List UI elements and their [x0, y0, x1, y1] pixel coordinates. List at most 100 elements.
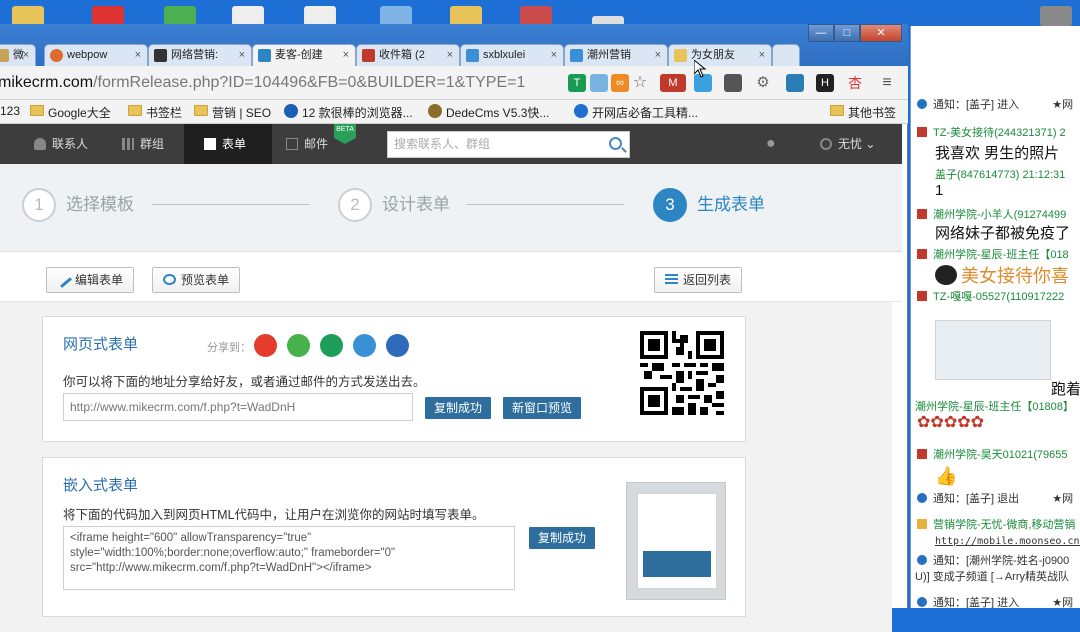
mail-extension-icon[interactable]: M: [660, 74, 686, 92]
nav-forms[interactable]: 表单: [184, 124, 272, 164]
gear-icon[interactable]: ⚙: [754, 74, 772, 92]
embed-code-textarea[interactable]: <iframe height="600" allowTransparency="…: [63, 526, 515, 590]
tab-close-icon[interactable]: ×: [343, 45, 349, 65]
infinity-extension-icon[interactable]: ∞: [611, 74, 629, 92]
main-content: 网页式表单 分享到： 你可以将下面的地址分享给好友，或者通过邮件的方式发送出去。…: [0, 302, 892, 632]
tab-close-icon[interactable]: ×: [551, 45, 557, 65]
folder-icon: [128, 105, 142, 116]
link-extension-icon[interactable]: [590, 74, 608, 92]
menu-icon[interactable]: ≡: [878, 74, 896, 92]
wechat-icon[interactable]: ●: [766, 124, 790, 164]
chat-sender: 潮州学院-星辰-班主任【018: [917, 246, 1069, 262]
user-menu[interactable]: 无忧 ⌄: [818, 124, 888, 164]
chat-notice: U)] 变成子频道 [→Arry精英战队: [915, 571, 1069, 583]
minimize-button[interactable]: —: [808, 24, 834, 42]
maximize-button[interactable]: □: [834, 24, 860, 42]
app-navbar: 联系人 群组 表单 邮件 BETA 搜索联系人、群组 ● 无忧 ⌄: [0, 124, 902, 164]
tab-8[interactable]: 为女朋友 ×: [668, 44, 772, 66]
bookmark-item[interactable]: DedeCms V5.3快...: [428, 104, 549, 121]
bookmark-folder[interactable]: Google大全: [30, 104, 111, 121]
folder-icon: [30, 105, 44, 116]
weibo-share-icon[interactable]: [254, 334, 277, 357]
browser-icon: [284, 104, 298, 118]
bookmark-label: DedeCms V5.3快...: [446, 106, 550, 120]
chat-sender: 营销学院-无忧-微商,移动营销: [917, 516, 1075, 532]
bookmark-folder[interactable]: 营销 | SEO: [194, 104, 271, 121]
chat-text: 潮州学院-星辰-班主任【018: [933, 249, 1069, 261]
chat-text: 潮州学院-昊天01021(79655: [933, 449, 1068, 461]
html-extension-icon[interactable]: [786, 74, 804, 92]
tab-5[interactable]: 收件箱 (2 ×: [356, 44, 460, 66]
search-input[interactable]: 搜索联系人、群组: [387, 131, 630, 158]
desktop-chrome-icon[interactable]: [164, 6, 196, 26]
nav-label: 群组: [140, 137, 165, 151]
url-path: /formRelease.php?ID=104496&FB=0&BUILDER=…: [93, 74, 526, 91]
nav-label: 邮件: [304, 137, 329, 151]
tab-label: sxblxulei: [483, 49, 526, 61]
desktop-app-icon[interactable]: [1040, 6, 1072, 26]
folder-icon: [830, 105, 844, 116]
chat-link[interactable]: http://mobile.moonseo.cn/: [935, 536, 1080, 547]
preview-form-button[interactable]: 预览表单: [152, 267, 241, 293]
bookmark-folder[interactable]: 书签栏: [128, 104, 182, 121]
bookmarks-bar: 123 Google大全 书签栏 营销 | SEO 12 款很棒的浏览器... …: [0, 100, 908, 124]
chat-image: [935, 320, 1051, 380]
tab-2[interactable]: webpow ×: [44, 44, 148, 66]
button-label: 返回列表: [683, 273, 732, 287]
info-icon: [917, 597, 927, 607]
nav-groups[interactable]: 群组: [120, 124, 180, 164]
nav-contacts[interactable]: 联系人: [32, 124, 102, 164]
tab-4-active[interactable]: 麦客-创建 ×: [252, 44, 356, 66]
tab-1[interactable]: 微 ×: [0, 44, 36, 66]
chat-text: 通知：[盖子] 退出: [933, 493, 1020, 505]
desktop-app-icon[interactable]: [92, 6, 124, 26]
bookmark-item[interactable]: 12 款很棒的浏览器...: [284, 104, 413, 121]
list-icon: [665, 274, 678, 285]
close-button[interactable]: ✕: [860, 24, 902, 42]
address-bar[interactable]: mikecrm.com/formRelease.php?ID=104496&FB…: [0, 71, 560, 95]
bookmark-item[interactable]: 123: [0, 104, 20, 118]
search-icon[interactable]: [609, 137, 622, 150]
tab-label: 收件箱 (2: [379, 49, 425, 61]
h-extension-icon[interactable]: H: [816, 74, 834, 92]
star-icon[interactable]: ☆: [631, 74, 649, 92]
qr-code: [640, 331, 724, 415]
desktop-qr-icon[interactable]: [304, 6, 336, 26]
copy-code-button[interactable]: 复制成功: [529, 527, 595, 549]
tab-7[interactable]: 潮州营销 ×: [564, 44, 668, 66]
new-tab-button[interactable]: [772, 44, 800, 66]
open-new-window-button[interactable]: 新窗口预览: [503, 397, 581, 419]
step-number: 2: [338, 188, 372, 222]
extension-icon[interactable]: 杏: [846, 74, 864, 92]
form-url-input[interactable]: http://www.mikecrm.com/f.php?t=WadDnH: [63, 393, 413, 421]
tab-3[interactable]: 网络营销: ×: [148, 44, 252, 66]
tab-close-icon[interactable]: ×: [23, 45, 29, 65]
mail-icon: [286, 138, 298, 150]
tab-close-icon[interactable]: ×: [239, 45, 245, 65]
desktop-video-icon[interactable]: [380, 6, 412, 26]
tab-close-icon[interactable]: ×: [135, 45, 141, 65]
extension-icon[interactable]: [724, 74, 742, 92]
tab-close-icon[interactable]: ×: [447, 45, 453, 65]
tab-6[interactable]: sxblxulei ×: [460, 44, 564, 66]
bookmark-label: 书签栏: [146, 106, 183, 120]
douban-share-icon[interactable]: [320, 334, 343, 357]
desktop-archive-icon[interactable]: [520, 6, 552, 26]
desktop-qr-icon[interactable]: [232, 6, 264, 26]
tab-close-icon[interactable]: ×: [655, 45, 661, 65]
bookmark-item[interactable]: 开网店必备工具精...: [574, 104, 698, 121]
wechat-share-icon[interactable]: [287, 334, 310, 357]
tab-close-icon[interactable]: ×: [759, 45, 765, 65]
chat-sender: 盖子(847614773) 21:12:31: [935, 169, 1066, 181]
back-to-list-button[interactable]: 返回列表: [654, 267, 743, 293]
eye-icon: [163, 274, 176, 285]
bookmark-folder[interactable]: 其他书签: [830, 104, 896, 121]
copy-url-button[interactable]: 复制成功: [425, 397, 491, 419]
webform-description: 你可以将下面的地址分享给好友，或者通过邮件的方式发送出去。: [63, 375, 426, 389]
desktop-folder-icon[interactable]: [12, 6, 44, 26]
shield-extension-icon[interactable]: T: [568, 74, 586, 92]
desktop-folder-icon[interactable]: [450, 6, 482, 26]
qzone-share-icon[interactable]: [353, 334, 376, 357]
edit-form-button[interactable]: 编辑表单: [46, 267, 135, 293]
renren-share-icon[interactable]: [386, 334, 409, 357]
